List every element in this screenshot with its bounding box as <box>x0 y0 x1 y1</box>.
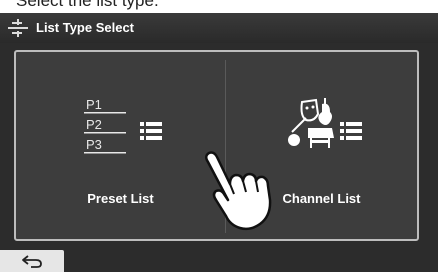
preset-label-2: P2 <box>86 117 102 132</box>
channel-list-icon <box>288 98 368 154</box>
preset-label-1: P1 <box>86 97 102 112</box>
caption-text: Select the list type. <box>16 0 159 10</box>
list-type-icon <box>8 19 28 37</box>
title-bar: List Type Select <box>0 13 438 43</box>
preset-list-icon: P1 P2 P3 <box>84 96 174 158</box>
tap-hand-icon <box>196 148 286 238</box>
screen: Select the list type. List Type Select P… <box>0 0 438 272</box>
preset-list-button[interactable]: P1 P2 P3 Preset List <box>16 52 225 239</box>
page-title: List Type Select <box>36 20 135 35</box>
back-button[interactable] <box>0 250 64 272</box>
preset-list-label: Preset List <box>87 191 154 206</box>
return-arrow-icon <box>22 255 42 268</box>
preset-label-3: P3 <box>86 137 102 152</box>
caption-strip: Select the list type. <box>0 0 438 13</box>
